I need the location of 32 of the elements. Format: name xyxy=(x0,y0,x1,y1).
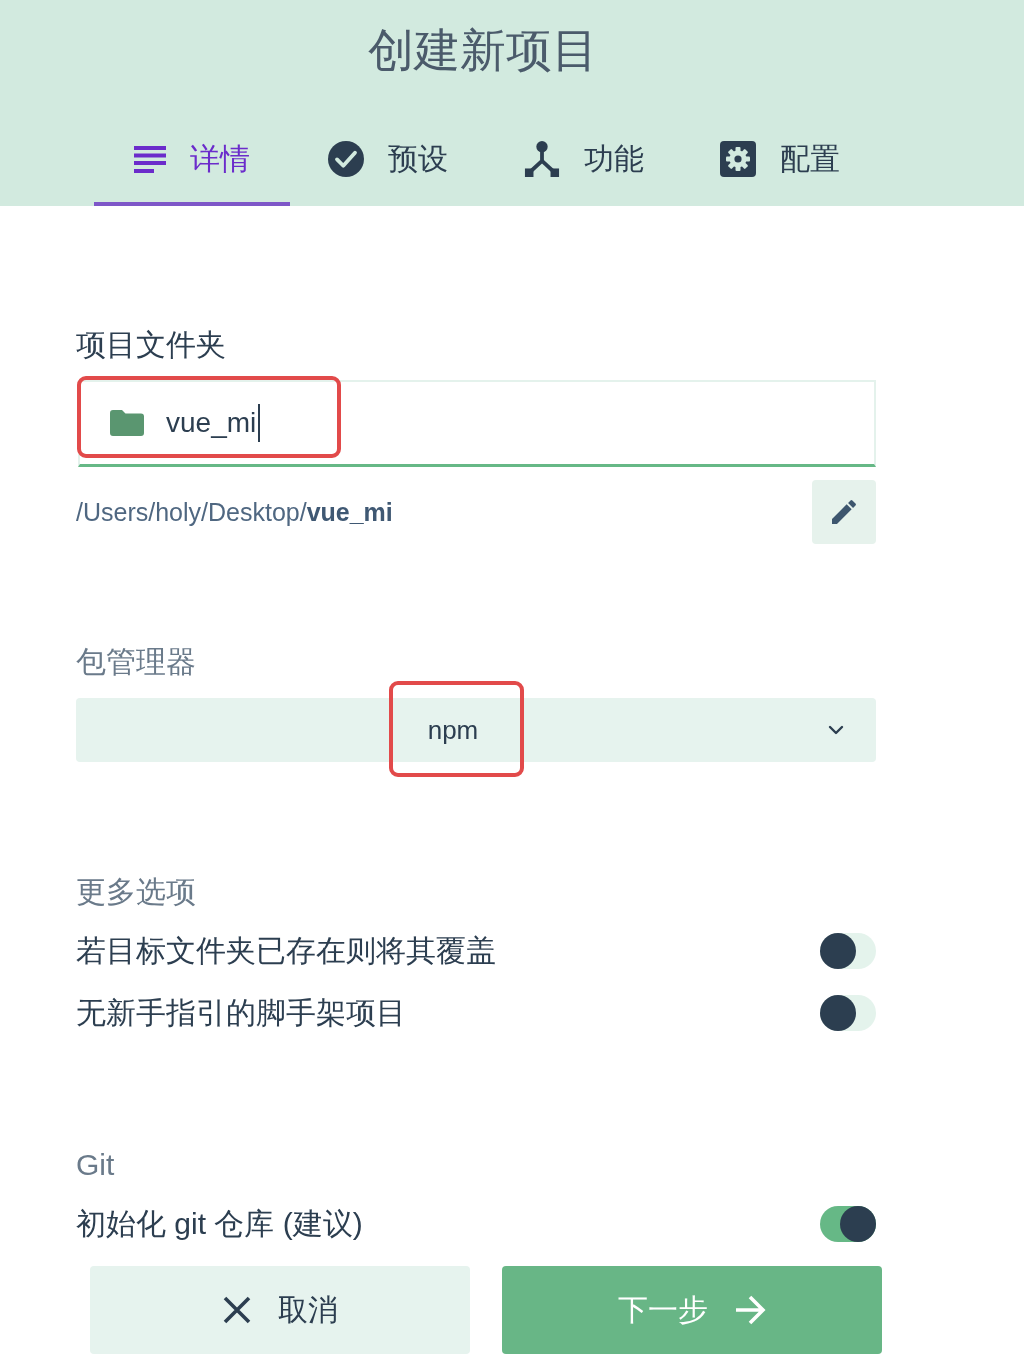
toggle-switch[interactable] xyxy=(820,933,876,969)
cancel-button[interactable]: 取消 xyxy=(90,1266,470,1354)
input-value: vue_mi xyxy=(166,406,257,440)
check-circle-icon xyxy=(328,141,364,177)
project-path: /Users/holy/Desktop/vue_mi xyxy=(76,497,393,528)
gear-square-icon xyxy=(720,141,756,177)
field-label: 包管理器 xyxy=(76,644,197,680)
edit-button[interactable] xyxy=(812,480,876,544)
field-label: 项目文件夹 xyxy=(76,327,227,363)
option-label: 无新手指引的脚手架项目 xyxy=(76,995,406,1031)
chevron-down-icon xyxy=(828,725,844,735)
tab[interactable]: 配置 xyxy=(682,118,878,206)
arrow-right-icon xyxy=(734,1295,766,1325)
tab[interactable]: 功能 xyxy=(486,118,682,206)
toggle-switch[interactable] xyxy=(820,1206,876,1242)
tab[interactable]: 预设 xyxy=(290,118,486,206)
branch-nodes-icon xyxy=(524,141,560,177)
folder-input-field[interactable]: vue_mi xyxy=(78,380,876,467)
option-label: 若目标文件夹已存在则将其覆盖 xyxy=(76,933,496,969)
section-label: 更多选项 xyxy=(76,874,197,910)
pencil-icon xyxy=(832,500,856,524)
page-title: 创建新项目 xyxy=(368,23,598,78)
option-label: 初始化 git 仓库 (建议) xyxy=(76,1206,363,1242)
tab[interactable]: 详情 xyxy=(94,118,290,206)
toggle-switch[interactable] xyxy=(820,995,876,1031)
select-value: npm xyxy=(427,714,479,747)
list-lines-icon xyxy=(134,145,166,173)
close-icon xyxy=(222,1295,252,1325)
text-cursor xyxy=(258,404,261,442)
folder-icon xyxy=(110,410,144,436)
package-manager-select[interactable]: npm xyxy=(76,698,876,762)
section-label: Git xyxy=(76,1147,116,1183)
